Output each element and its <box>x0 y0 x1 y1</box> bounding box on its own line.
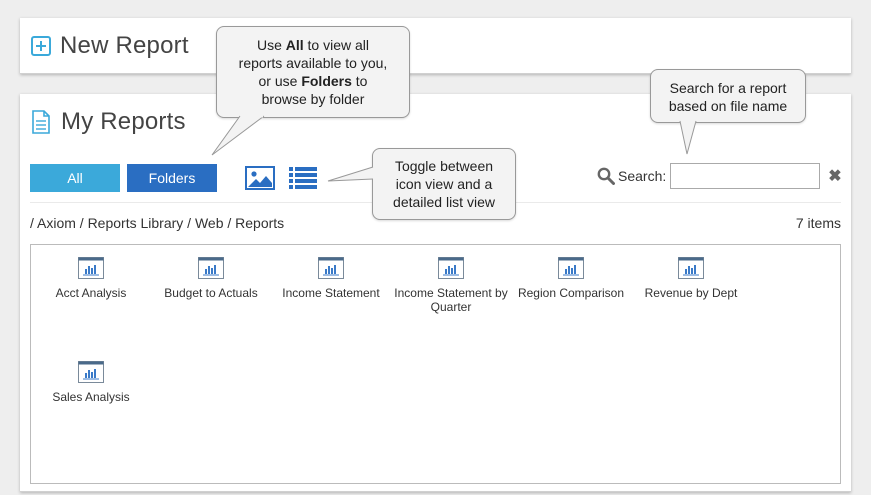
list-view-toggle[interactable] <box>287 164 319 192</box>
report-name: Budget to Actuals <box>164 286 258 300</box>
report-item-budget-to-actuals[interactable]: Budget to Actuals <box>151 257 271 300</box>
report-name: Acct Analysis <box>55 286 127 300</box>
search-icon <box>597 167 615 185</box>
report-icon <box>678 257 704 279</box>
callout-toggle: Toggle between icon view and a detailed … <box>372 148 516 220</box>
callout-bold-text: Folders <box>301 73 352 89</box>
report-icon <box>78 257 104 279</box>
report-icon <box>438 257 464 279</box>
list-icon <box>289 167 317 189</box>
callout-all-pointer <box>211 115 265 156</box>
callout-line: based on file name <box>668 98 788 114</box>
report-icon <box>558 257 584 279</box>
report-item-revenue-by-dept[interactable]: Revenue by Dept <box>631 257 751 300</box>
search-input[interactable] <box>670 163 821 189</box>
document-icon <box>32 110 50 134</box>
new-report-panel: New Report <box>20 18 851 74</box>
callout-text: to view all <box>303 37 370 53</box>
callout-bold-text: All <box>285 37 304 53</box>
callout-line: Toggle between <box>394 158 494 174</box>
my-reports-heading: My Reports <box>31 108 186 136</box>
report-grid: Acct Analysis Budget to Actuals Income S… <box>30 244 841 484</box>
report-icon <box>318 257 344 279</box>
report-item-sales-analysis[interactable]: Sales Analysis <box>31 361 151 404</box>
new-report-title: New Report <box>60 32 189 59</box>
callout-search: Search for a report based on file name <box>650 69 806 123</box>
callout-line: Search for a report <box>669 80 787 96</box>
report-name: Region Comparison <box>517 286 625 300</box>
report-name: Income Statement by Quarter <box>394 286 508 314</box>
report-name: Revenue by Dept <box>644 286 738 300</box>
my-reports-title: My Reports <box>61 108 186 135</box>
callout-line: browse by folder <box>261 91 365 107</box>
close-icon[interactable]: ✖ <box>828 166 841 186</box>
breadcrumb: / Axiom / Reports Library / Web / Report… <box>30 215 285 231</box>
image-icon <box>245 166 275 190</box>
all-button[interactable]: All <box>30 164 120 192</box>
plus-square-icon <box>31 36 51 56</box>
report-icon <box>78 361 104 383</box>
report-icon <box>198 257 224 279</box>
item-count: 7 items <box>795 215 841 231</box>
callout-line: icon view and a <box>395 176 493 192</box>
folders-button[interactable]: Folders <box>127 164 217 192</box>
report-name: Sales Analysis <box>52 390 130 404</box>
callout-all-folders: Use All to view all reports available to… <box>216 26 410 118</box>
icon-view-toggle[interactable] <box>244 164 276 192</box>
callout-line: reports available to you, <box>238 55 388 71</box>
search-bar: Search: ✖ <box>597 163 842 189</box>
report-item-region-comparison[interactable]: Region Comparison <box>511 257 631 300</box>
callout-search-pointer <box>679 120 697 155</box>
callout-text: Use <box>256 37 286 53</box>
search-label: Search: <box>618 168 667 184</box>
report-item-income-statement-by-quarter[interactable]: Income Statement by Quarter <box>391 257 511 314</box>
callout-line: Use All to view all <box>217 36 409 54</box>
callout-line: detailed list view <box>393 194 495 210</box>
report-name: Income Statement <box>282 286 380 300</box>
callout-text: or use <box>258 73 302 89</box>
new-report-link[interactable]: New Report <box>31 32 189 60</box>
callout-line: or use Folders to <box>217 72 409 90</box>
report-item-income-statement[interactable]: Income Statement <box>271 257 391 300</box>
callout-toggle-pointer <box>327 166 374 182</box>
callout-text: to <box>351 73 368 89</box>
report-item-acct-analysis[interactable]: Acct Analysis <box>31 257 151 300</box>
